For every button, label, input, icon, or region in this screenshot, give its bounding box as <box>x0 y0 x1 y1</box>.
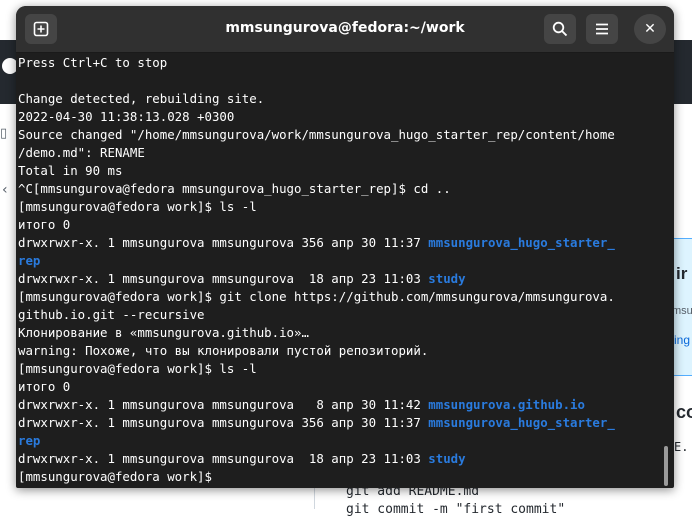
code-block: git add README.md git commit -m "first co… <box>346 483 565 519</box>
terminal-text: warning: Похоже, что вы клонировали пуст… <box>18 343 429 358</box>
search-button[interactable] <box>544 14 576 44</box>
terminal-line: Press Ctrl+C to stop <box>18 54 654 72</box>
directory-name: rep <box>18 253 41 268</box>
terminal-line: Total in 90 ms <box>18 162 654 180</box>
directory-name: study <box>428 451 466 466</box>
terminal-line: ^C[mmsungurova@fedora mmsungurova_hugo_s… <box>18 180 654 198</box>
page-text-fragment: msu <box>672 305 692 317</box>
directory-name: mmsungurova_hugo_starter_ <box>428 415 615 430</box>
terminal-text: drwxrwxr-x. 1 mmsungurova mmsungurova 35… <box>18 235 429 250</box>
directory-name: mmsungurova.github.io <box>428 397 585 412</box>
terminal-line: [mmsungurova@fedora work]$ ls -l <box>18 198 654 216</box>
terminal-line: Change detected, rebuilding site. <box>18 90 654 108</box>
code-line: git commit -m "first commit" <box>346 502 566 517</box>
terminal-line: [mmsungurova@fedora work]$ git clone htt… <box>18 288 654 306</box>
search-icon <box>552 21 568 37</box>
terminal-line: итого 0 <box>18 378 654 396</box>
terminal-text: Press Ctrl+C to stop <box>18 55 168 70</box>
terminal-text: ^C[mmsungurova@fedora mmsungurova_hugo_s… <box>18 181 451 196</box>
terminal-line: drwxrwxr-x. 1 mmsungurova mmsungurova 18… <box>18 450 654 468</box>
close-icon: ✕ <box>644 21 656 37</box>
chevron-left-icon[interactable]: ‹ <box>2 182 8 198</box>
terminal-line: [mmsungurova@fedora work]$ ls -l <box>18 360 654 378</box>
code-fragment: E. <box>674 440 689 454</box>
page-heading-fragment: ir <box>676 264 688 283</box>
terminal-line: [mmsungurova@fedora work]$ <box>18 468 654 486</box>
terminal-text: drwxrwxr-x. 1 mmsungurova mmsungurova 18… <box>18 271 429 286</box>
directory-name: rep <box>18 433 41 448</box>
divider <box>314 487 315 509</box>
page-link-fragment[interactable]: ing <box>674 333 690 347</box>
terminal-text: /demo.md": RENAME <box>18 145 145 160</box>
terminal-output[interactable]: Press Ctrl+C to stop Change detected, reb… <box>18 54 654 488</box>
hamburger-menu-icon <box>596 23 608 35</box>
terminal-text: Total in 90 ms <box>18 163 123 178</box>
terminal-scrollbar[interactable] <box>664 446 668 486</box>
terminal-line: rep <box>18 432 654 450</box>
directory-name: study <box>428 271 466 286</box>
terminal-text: итого 0 <box>18 379 71 394</box>
terminal-text: drwxrwxr-x. 1 mmsungurova mmsungurova 8 … <box>18 397 429 412</box>
terminal-line: /demo.md": RENAME <box>18 144 654 162</box>
terminal-line: 2022-04-30 11:38:13.028 +0300 <box>18 108 654 126</box>
terminal-text: Change detected, rebuilding site. <box>18 91 265 106</box>
terminal-text: github.io.git --recursive <box>18 307 205 322</box>
terminal-line: drwxrwxr-x. 1 mmsungurova mmsungurova 35… <box>18 234 654 252</box>
directory-name: mmsungurova_hugo_starter_ <box>428 235 615 250</box>
terminal-line: итого 0 <box>18 216 654 234</box>
terminal-text: drwxrwxr-x. 1 mmsungurova mmsungurova 35… <box>18 415 429 430</box>
terminal-text: итого 0 <box>18 217 71 232</box>
terminal-text: [mmsungurova@fedora work]$ ls -l <box>18 361 257 376</box>
terminal-text: [mmsungurova@fedora work]$ <box>18 469 220 484</box>
terminal-line: Source changed "/home/mmsungurova/work/m… <box>18 126 654 144</box>
terminal-line: rep <box>18 252 654 270</box>
terminal-line: Клонирование в «mmsungurova.github.io»… <box>18 324 654 342</box>
terminal-text: Source changed "/home/mmsungurova/work/m… <box>18 127 615 142</box>
terminal-line: drwxrwxr-x. 1 mmsungurova mmsungurova 18… <box>18 270 654 288</box>
terminal-text: drwxrwxr-x. 1 mmsungurova mmsungurova 18… <box>18 451 429 466</box>
terminal-text: 2022-04-30 11:38:13.028 +0300 <box>18 109 235 124</box>
menu-button[interactable] <box>586 14 618 44</box>
section-heading-fragment: co <box>676 402 692 422</box>
terminal-line: warning: Похоже, что вы клонировали пуст… <box>18 342 654 360</box>
terminal-titlebar[interactable]: mmsungurova@fedora:~/work ✕ <box>16 6 674 53</box>
terminal-window[interactable]: mmsungurova@fedora:~/work ✕ Press Ctrl+C… <box>16 6 674 488</box>
terminal-text: Клонирование в «mmsungurova.github.io»… <box>18 325 309 340</box>
terminal-line: drwxrwxr-x. 1 mmsungurova mmsungurova 35… <box>18 414 654 432</box>
terminal-text: [mmsungurova@fedora work]$ ls -l <box>18 199 257 214</box>
terminal-line: drwxrwxr-x. 1 mmsungurova mmsungurova 8 … <box>18 396 654 414</box>
terminal-line: github.io.git --recursive <box>18 306 654 324</box>
close-button[interactable]: ✕ <box>634 14 666 44</box>
terminal-text: [mmsungurova@fedora work]$ git clone htt… <box>18 289 615 304</box>
bookmark-icon[interactable]: ▯ <box>0 126 14 142</box>
